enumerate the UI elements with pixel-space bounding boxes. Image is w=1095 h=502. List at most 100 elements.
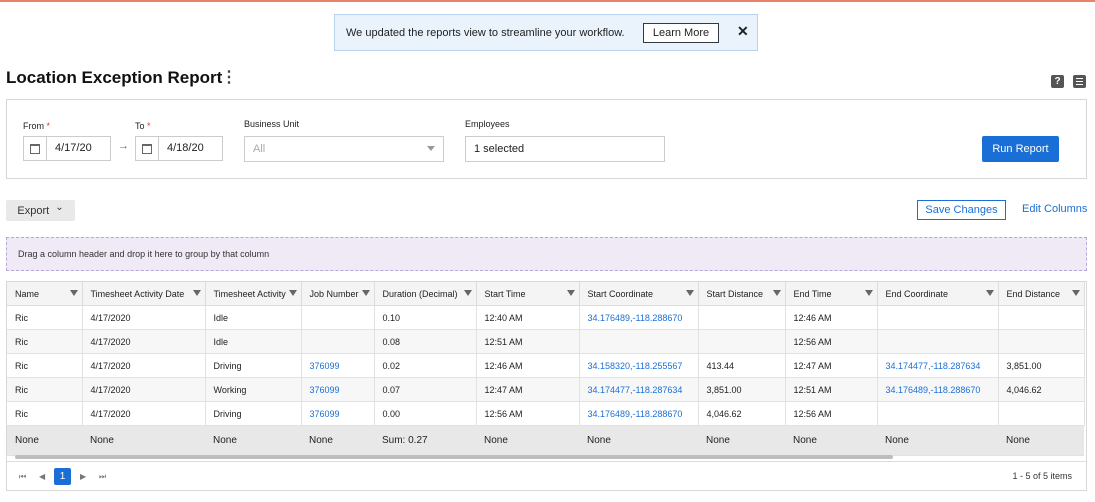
cell-start-time: 12:40 AM bbox=[476, 305, 580, 330]
business-unit-select[interactable]: All bbox=[244, 136, 444, 162]
grid-header-row: Name Timesheet Activity Date Timesheet A… bbox=[7, 282, 1085, 306]
column-header[interactable]: Duration (Decimal) bbox=[374, 282, 477, 306]
column-header[interactable]: Name bbox=[7, 282, 83, 306]
filter-icon[interactable] bbox=[566, 290, 575, 296]
cell-job-number[interactable] bbox=[301, 329, 375, 354]
horizontal-scrollbar[interactable] bbox=[15, 455, 893, 459]
column-header[interactable]: Start Time bbox=[476, 282, 580, 306]
cell-activity: Idle bbox=[205, 305, 302, 330]
cell-end-coordinate[interactable] bbox=[877, 401, 999, 426]
filter-icon[interactable] bbox=[772, 290, 781, 296]
filter-icon[interactable] bbox=[192, 290, 201, 296]
cell-job-number[interactable] bbox=[301, 305, 375, 330]
cell-start-time: 12:46 AM bbox=[476, 353, 580, 378]
cell-end-coordinate[interactable] bbox=[877, 329, 999, 354]
first-page-icon[interactable]: ⏮ bbox=[19, 472, 26, 482]
cell-start-coordinate[interactable]: 34.174477,-118.287634 bbox=[579, 377, 699, 402]
column-header[interactable]: End Time bbox=[785, 282, 878, 306]
group-by-drop-zone[interactable]: Drag a column header and drop it here to… bbox=[6, 237, 1087, 271]
cell-end-coordinate[interactable]: 34.176489,-118.288670 bbox=[877, 377, 999, 402]
column-header[interactable]: End Distance bbox=[998, 282, 1085, 306]
pagination-bar: ⏮ ◀ 1 ▶ ⏭ 1 - 5 of 5 items bbox=[7, 461, 1086, 490]
column-header[interactable]: Start Distance bbox=[698, 282, 786, 306]
cell-end-distance: 4,046.62 bbox=[998, 377, 1085, 402]
update-banner: We updated the reports view to streamlin… bbox=[334, 14, 758, 51]
column-header[interactable]: Start Coordinate bbox=[579, 282, 699, 306]
cell-duration: 0.00 bbox=[374, 401, 477, 426]
column-header[interactable]: Timesheet Activity bbox=[205, 282, 302, 306]
cell-end-time: 12:46 AM bbox=[785, 305, 878, 330]
aggregate-cell: None bbox=[301, 425, 374, 456]
next-page-icon[interactable]: ▶ bbox=[80, 472, 86, 481]
filter-icon[interactable] bbox=[69, 290, 78, 296]
calendar-icon[interactable] bbox=[136, 137, 159, 160]
filter-icon[interactable] bbox=[864, 290, 873, 296]
last-page-icon[interactable]: ⏭ bbox=[99, 472, 106, 482]
table-row[interactable]: Ric 4/17/2020 Idle 0.10 12:40 AM 34.1764… bbox=[7, 305, 1085, 330]
cell-start-time: 12:47 AM bbox=[476, 377, 580, 402]
cell-end-distance bbox=[998, 329, 1085, 354]
filter-icon[interactable] bbox=[288, 290, 297, 296]
cell-duration: 0.07 bbox=[374, 377, 477, 402]
cell-job-number[interactable]: 376099 bbox=[301, 401, 375, 426]
cell-start-coordinate[interactable]: 34.176489,-118.288670 bbox=[579, 401, 699, 426]
close-icon[interactable]: ✕ bbox=[737, 23, 749, 40]
cell-start-distance: 3,851.00 bbox=[698, 377, 786, 402]
table-row[interactable]: Ric 4/17/2020 Idle 0.08 12:51 AM 12:56 A… bbox=[7, 329, 1085, 354]
calendar-icon[interactable] bbox=[24, 137, 47, 160]
cell-date: 4/17/2020 bbox=[82, 305, 206, 330]
business-unit-label: Business Unit bbox=[244, 119, 300, 129]
filter-icon[interactable] bbox=[361, 290, 370, 296]
help-icon[interactable]: ? bbox=[1051, 75, 1064, 88]
banner-message: We updated the reports view to streamlin… bbox=[346, 26, 625, 39]
cell-start-time: 12:51 AM bbox=[476, 329, 580, 354]
export-button[interactable]: Export ⌄ bbox=[6, 200, 75, 221]
report-grid: Name Timesheet Activity Date Timesheet A… bbox=[6, 281, 1087, 491]
run-report-button[interactable]: Run Report bbox=[982, 136, 1059, 162]
business-unit-placeholder: All bbox=[253, 143, 266, 155]
table-row[interactable]: Ric 4/17/2020 Working 376099 0.07 12:47 … bbox=[7, 377, 1085, 402]
from-date-value: 4/17/20 bbox=[55, 142, 92, 154]
aggregate-cell: None bbox=[877, 425, 998, 456]
edit-columns-link[interactable]: Edit Columns bbox=[1022, 203, 1087, 215]
filter-icon[interactable] bbox=[685, 290, 694, 296]
table-row[interactable]: Ric 4/17/2020 Driving 376099 0.02 12:46 … bbox=[7, 353, 1085, 378]
filter-icon[interactable] bbox=[463, 290, 472, 296]
cell-job-number[interactable]: 376099 bbox=[301, 353, 375, 378]
page-number-button[interactable]: 1 bbox=[54, 468, 71, 485]
column-header[interactable]: End Coordinate bbox=[877, 282, 999, 306]
cell-name: Ric bbox=[7, 353, 83, 378]
prev-page-icon[interactable]: ◀ bbox=[39, 472, 45, 481]
cell-activity: Driving bbox=[205, 401, 302, 426]
cell-job-number[interactable]: 376099 bbox=[301, 377, 375, 402]
cell-end-coordinate[interactable] bbox=[877, 305, 999, 330]
save-changes-button[interactable]: Save Changes bbox=[917, 200, 1006, 220]
table-row[interactable]: Ric 4/17/2020 Driving 376099 0.00 12:56 … bbox=[7, 401, 1085, 426]
aggregate-row: None None None None Sum: 0.27 None None … bbox=[7, 425, 1084, 456]
cell-start-coordinate[interactable]: 34.158320,-118.255567 bbox=[579, 353, 699, 378]
cell-end-time: 12:56 AM bbox=[785, 401, 878, 426]
learn-more-button[interactable]: Learn More bbox=[643, 23, 719, 43]
from-date-field[interactable]: 4/17/20 bbox=[23, 136, 111, 161]
filter-icon[interactable] bbox=[1071, 290, 1080, 296]
cell-end-distance bbox=[998, 401, 1085, 426]
employees-select[interactable]: 1 selected bbox=[465, 136, 665, 162]
cell-start-coordinate[interactable] bbox=[579, 329, 699, 354]
column-header[interactable]: Job Number bbox=[301, 282, 375, 306]
report-table: Name Timesheet Activity Date Timesheet A… bbox=[7, 282, 1085, 456]
cell-date: 4/17/2020 bbox=[82, 401, 206, 426]
column-header[interactable]: Timesheet Activity Date bbox=[82, 282, 206, 306]
filter-icon bbox=[427, 146, 435, 151]
to-date-value: 4/18/20 bbox=[167, 142, 204, 154]
aggregate-cell: None bbox=[785, 425, 877, 456]
to-date-field[interactable]: 4/18/20 bbox=[135, 136, 223, 161]
more-options-icon[interactable]: ⋮ bbox=[221, 70, 237, 86]
aggregate-cell: None bbox=[579, 425, 698, 456]
list-icon[interactable] bbox=[1073, 75, 1086, 88]
cell-date: 4/17/2020 bbox=[82, 377, 206, 402]
cell-start-distance bbox=[698, 305, 786, 330]
aggregate-cell: None bbox=[476, 425, 579, 456]
cell-end-coordinate[interactable]: 34.174477,-118.287634 bbox=[877, 353, 999, 378]
filter-icon[interactable] bbox=[985, 290, 994, 296]
cell-start-coordinate[interactable]: 34.176489,-118.288670 bbox=[579, 305, 699, 330]
